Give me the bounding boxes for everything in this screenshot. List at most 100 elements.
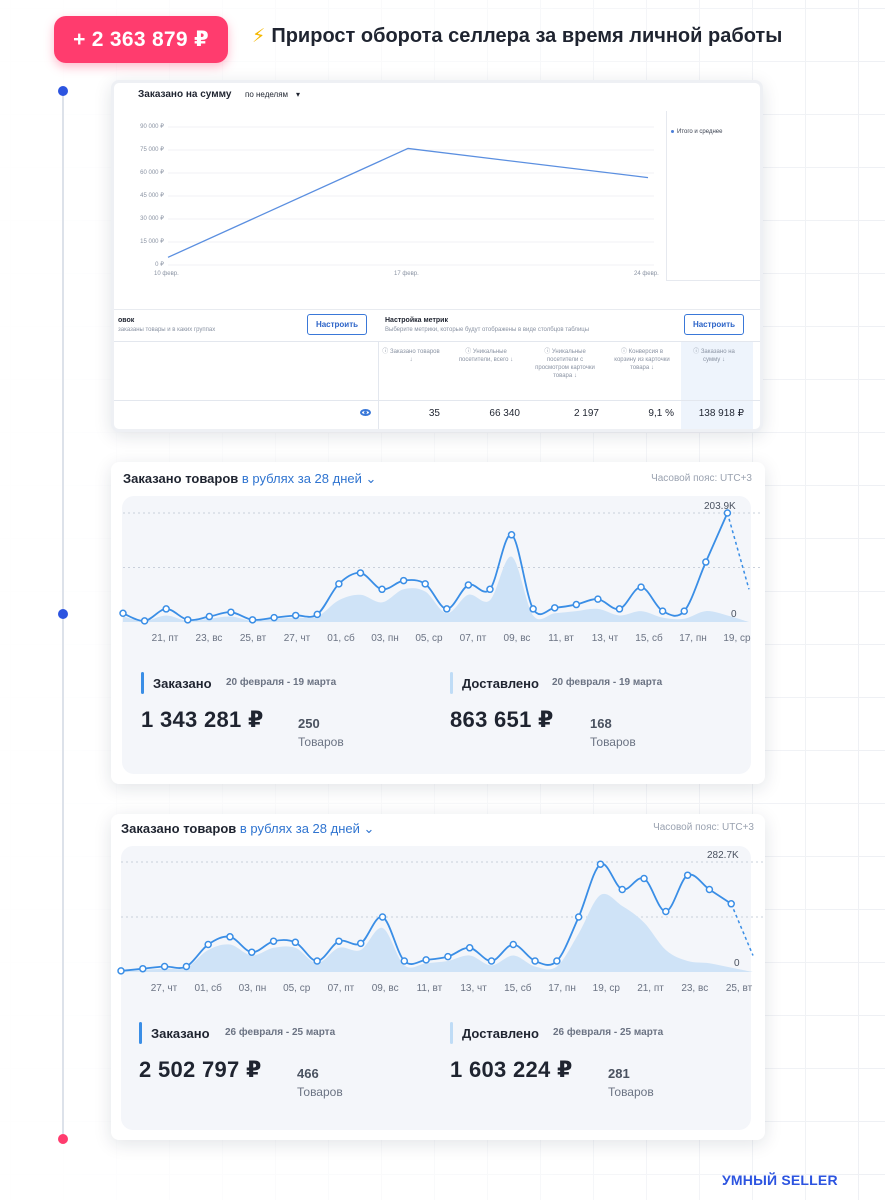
- ordered-unit: Товаров: [297, 1085, 343, 1099]
- page-title: Прирост оборота селлера за время личной …: [271, 25, 783, 47]
- data-point: [637, 583, 645, 591]
- metrics-configure-button[interactable]: Настроить: [684, 314, 744, 335]
- x-axis-label: 11, вт: [548, 633, 574, 644]
- y-tick-label: 90 000 ₽: [140, 124, 164, 130]
- x-axis-label: 21, пт: [151, 633, 179, 644]
- column-header[interactable]: ⓘ Заказано на сумму ↓: [684, 342, 744, 402]
- data-point: [727, 900, 735, 908]
- x-axis-label: 27, чт: [283, 633, 311, 644]
- delivered-unit: Товаров: [608, 1085, 654, 1099]
- data-point: [529, 605, 537, 613]
- table-cell: 35: [428, 408, 440, 419]
- x-axis-label: 23, вс: [681, 983, 709, 994]
- data-point: [160, 962, 169, 971]
- delivered-count: 168: [590, 716, 612, 731]
- column-header-label: Заказано товаров: [389, 349, 440, 355]
- growth-amount-badge: + 2 363 879 ₽: [54, 16, 228, 63]
- weekly-sales-card: Заказано на сумму по неделям ▾ Итого и ср…: [111, 80, 763, 432]
- column-header-label: Заказано на сумму: [700, 349, 735, 363]
- data-point: [182, 962, 191, 971]
- legend-dot-icon: [671, 129, 674, 133]
- delivered-amount: 1 603 224 ₽: [450, 1057, 573, 1082]
- data-point: [509, 940, 518, 949]
- data-point: [572, 600, 581, 609]
- data-point: [269, 937, 278, 945]
- data-point: [399, 576, 408, 585]
- data-point: [356, 939, 365, 948]
- y-tick-label: 30 000 ₽: [140, 216, 164, 222]
- data-point: [162, 605, 170, 613]
- column-header[interactable]: ⓘ Конверсия в корзину из карточки товара…: [610, 342, 674, 402]
- group-settings-label: овок: [118, 317, 135, 324]
- delivered-amount: 863 651 ₽: [450, 707, 554, 732]
- divider: [114, 309, 760, 310]
- delivered-dates: 20 февраля - 19 марта: [552, 677, 663, 688]
- data-point: [421, 580, 429, 588]
- column-header[interactable]: ⓘ Уникальные посетители, всего ↓: [452, 342, 520, 402]
- x-axis-label: 27, чт: [150, 983, 178, 994]
- data-point: [702, 558, 710, 566]
- timeline-dot-start: [58, 86, 68, 96]
- data-point: [486, 585, 494, 594]
- ordered-amount: 2 502 797 ₽: [139, 1057, 262, 1082]
- table-cell: 9,1 %: [648, 408, 674, 419]
- delivered-indicator: [450, 1022, 453, 1044]
- y-tick-label: 15 000 ₽: [140, 239, 164, 245]
- y-tick-label: 45 000 ₽: [140, 193, 164, 199]
- x-axis-label: 15, сб: [635, 633, 663, 644]
- ordered-indicator: [139, 1022, 142, 1044]
- ordered-label: Заказано: [151, 1026, 210, 1041]
- legend-panel: Итого и среднее: [666, 111, 760, 281]
- table-separator: [378, 342, 379, 429]
- eye-icon[interactable]: [360, 409, 371, 416]
- help-icon: ⓘ: [544, 349, 552, 355]
- group-configure-button[interactable]: Настроить: [307, 314, 367, 335]
- ordered-line-forecast: [730, 903, 754, 956]
- orders-area-chart: [119, 509, 763, 625]
- ordered-count: 250: [298, 716, 320, 731]
- data-point: [594, 595, 602, 603]
- data-point: [550, 604, 559, 612]
- x-axis-label: 01, сб: [327, 633, 355, 644]
- data-point: [443, 605, 451, 613]
- ordered-dates: 26 февраля - 25 марта: [225, 1027, 336, 1038]
- lightning-icon: ⚡: [252, 26, 266, 47]
- legend-label: Итого и среднее: [677, 129, 723, 135]
- row-divider: [114, 400, 760, 401]
- ordered-unit: Товаров: [298, 735, 344, 749]
- brand-logo: УМНЫЙ SELLER: [722, 1172, 838, 1188]
- column-header[interactable]: ⓘ Заказано товаров ↓: [382, 342, 440, 402]
- column-header[interactable]: ⓘ Уникальные посетители с просмотром кар…: [531, 342, 599, 402]
- data-point: [683, 871, 692, 879]
- data-point: [662, 907, 670, 916]
- y-tick-label: 0 ₽: [155, 262, 164, 268]
- data-point: [680, 607, 688, 615]
- x-axis-label: 25, вт: [725, 983, 753, 994]
- data-point: [507, 531, 516, 539]
- x-axis-label: 19, ср: [592, 983, 620, 994]
- timeline-dot-middle: [58, 609, 68, 619]
- x-axis-label: 23, вс: [195, 633, 223, 644]
- data-point: [464, 581, 473, 589]
- x-axis-label: 11, вт: [416, 983, 443, 994]
- x-axis-label: 19, ср: [723, 633, 751, 644]
- legend-entry: Итого и среднее: [671, 129, 722, 135]
- data-point: [226, 933, 234, 941]
- data-point: [640, 874, 648, 883]
- help-icon: ⓘ: [693, 349, 701, 355]
- x-axis-label: 21, пт: [637, 983, 664, 994]
- delivered-label: Доставлено: [462, 676, 539, 691]
- data-point: [705, 885, 714, 894]
- data-point: [140, 617, 149, 625]
- data-point: [465, 944, 474, 952]
- data-point: [248, 948, 256, 956]
- delivered-label: Доставлено: [462, 1026, 539, 1041]
- help-icon: ⓘ: [465, 349, 473, 355]
- x-axis-label: 17, пн: [548, 983, 576, 994]
- delivered-indicator: [450, 672, 453, 694]
- data-point: [378, 585, 386, 594]
- x-axis-label: 17, пн: [679, 633, 707, 644]
- table-cell: 138 918 ₽: [698, 408, 744, 419]
- x-axis-label: 07, пт: [459, 633, 487, 644]
- x-axis-label: 03, пн: [238, 983, 267, 994]
